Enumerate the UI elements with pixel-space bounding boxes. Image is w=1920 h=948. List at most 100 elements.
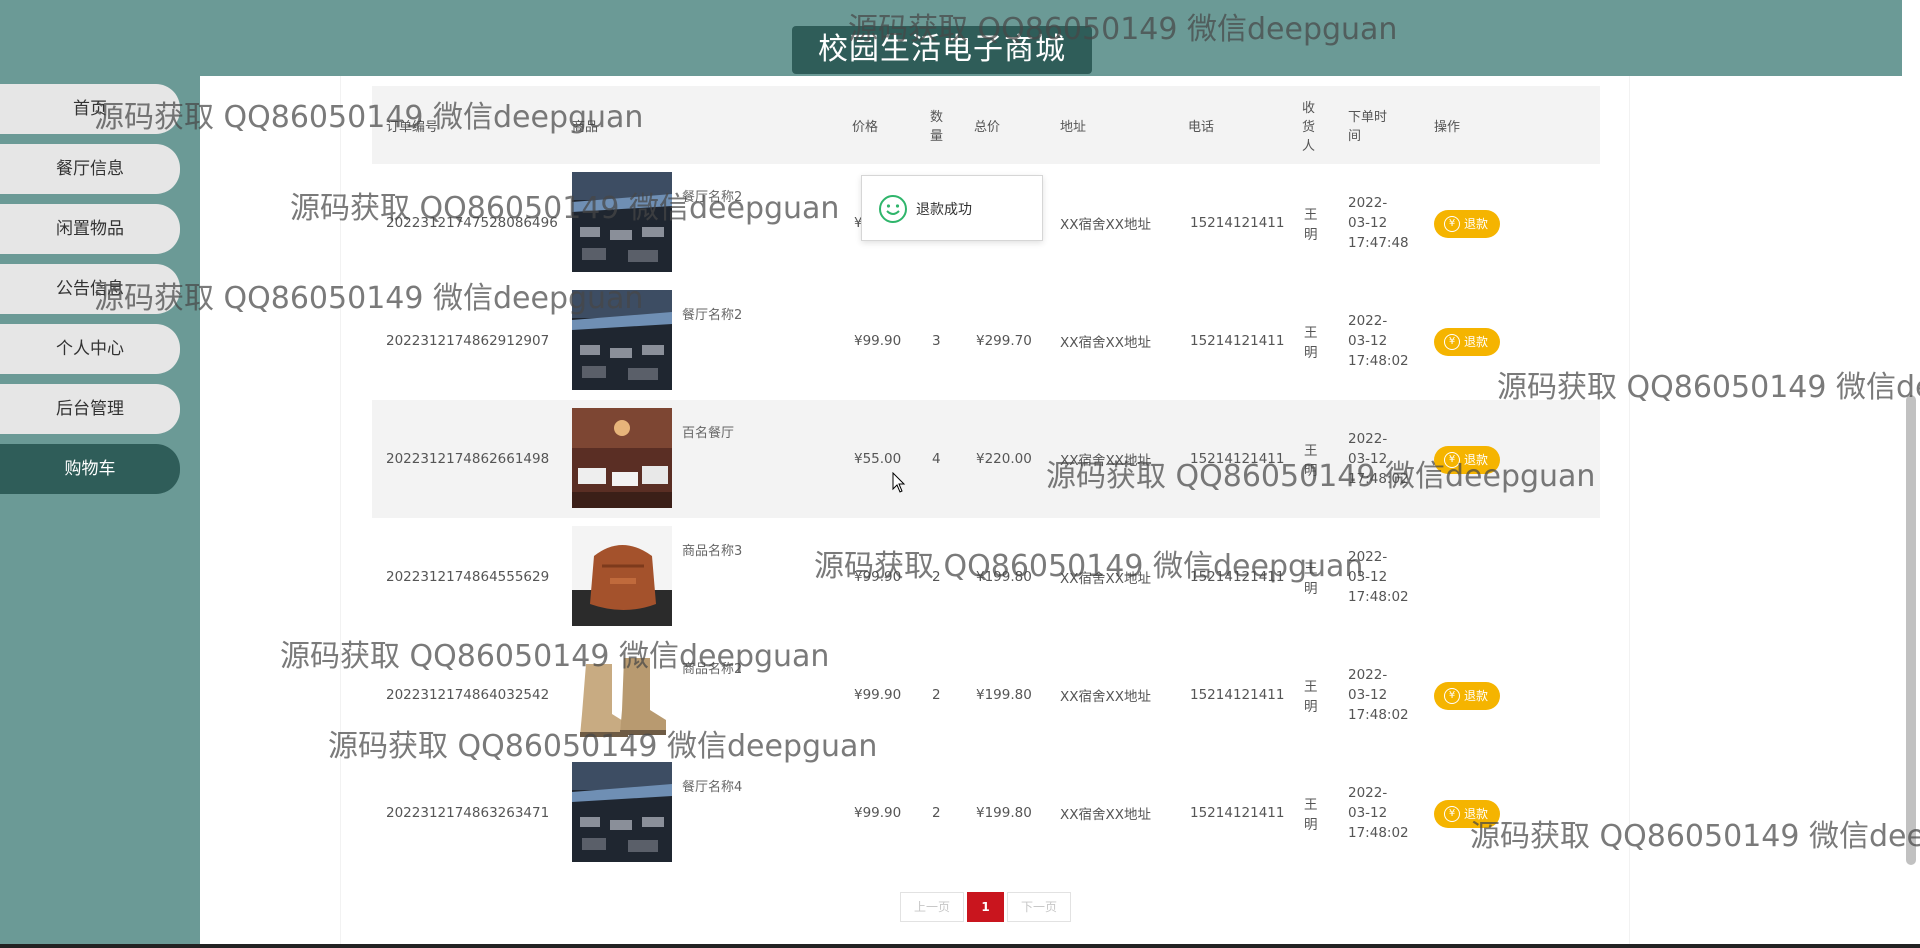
table-row: 2022312174862912907 餐厅名称2 ¥99.90 3 ¥299.70 XX… bbox=[372, 282, 1600, 400]
quantity: 2 bbox=[932, 569, 941, 585]
quantity: 2 bbox=[932, 805, 941, 821]
order-time-line: 03-12 bbox=[1348, 805, 1388, 821]
address: XX宿舍XX地址 bbox=[1060, 689, 1151, 705]
address: XX宿舍XX地址 bbox=[1060, 335, 1151, 351]
nav-item-cart[interactable]: 购物车 bbox=[0, 444, 180, 494]
product-name[interactable]: 商品名称2 bbox=[682, 658, 742, 677]
address: XX宿舍XX地址 bbox=[1060, 217, 1151, 233]
order-time: 2022- 03-12 17:48:02 bbox=[1348, 282, 1409, 400]
nav-item-home[interactable]: 首页 bbox=[0, 84, 180, 134]
yen-icon: ¥ bbox=[1444, 216, 1460, 232]
order-time-line: 03-12 bbox=[1348, 569, 1388, 585]
nav-item-admin[interactable]: 后台管理 bbox=[0, 384, 180, 434]
receiver: 王明 bbox=[1304, 443, 1318, 479]
restaurant-dark-icon[interactable] bbox=[572, 172, 672, 272]
order-time-line: 2022- bbox=[1348, 549, 1388, 565]
order-time-line: 03-12 bbox=[1348, 215, 1388, 231]
total-price: ¥199.80 bbox=[976, 805, 1032, 821]
product-name[interactable]: 餐厅名称2 bbox=[682, 304, 742, 323]
price: ¥99.90 bbox=[854, 569, 902, 585]
order-time-line: 2022- bbox=[1348, 195, 1388, 211]
nav-item-personal-center[interactable]: 个人中心 bbox=[0, 324, 180, 374]
order-time-line: 03-12 bbox=[1348, 687, 1388, 703]
order-number: 2022312174862661498 bbox=[386, 451, 550, 467]
order-time-line: 17:48:02 bbox=[1348, 471, 1409, 487]
table-row: 2022312174863263471 餐厅名称4 ¥99.90 2 ¥199.80 XX… bbox=[372, 754, 1600, 872]
site-title[interactable]: 校园生活电子商城 bbox=[792, 26, 1092, 74]
col-phone: 电话 bbox=[1188, 119, 1215, 135]
product-name[interactable]: 商品名称3 bbox=[682, 540, 742, 559]
refund-label: 退款 bbox=[1464, 335, 1489, 349]
phone: 15214121411 bbox=[1190, 333, 1285, 349]
col-price: 价格 bbox=[852, 119, 879, 135]
bottom-edge bbox=[0, 944, 1920, 948]
table-header: 订单编号 商品 价格 数量 总价 地址 电话 收货人 下单时间 操作 bbox=[372, 86, 1600, 164]
top-bar: 校园生活电子商城 bbox=[0, 8, 1902, 76]
address: XX宿舍XX地址 bbox=[1060, 571, 1151, 587]
bag-icon[interactable] bbox=[572, 526, 672, 626]
price: ¥99.90 bbox=[854, 687, 902, 703]
restaurant-dark-icon[interactable] bbox=[572, 762, 672, 862]
quantity: 2 bbox=[932, 687, 941, 703]
total-price: ¥299.70 bbox=[976, 333, 1032, 349]
product-name[interactable]: 餐厅名称4 bbox=[682, 776, 742, 795]
col-action: 操作 bbox=[1434, 119, 1461, 135]
refund-button[interactable]: ¥ 退款 bbox=[1434, 210, 1500, 238]
total-price: ¥199.80 bbox=[976, 569, 1032, 585]
order-time-line: 17:48:02 bbox=[1348, 589, 1409, 605]
phone: 15214121411 bbox=[1190, 687, 1285, 703]
order-time: 2022- 03-12 17:47:48 bbox=[1348, 164, 1409, 282]
order-number: 20223121747528086496 bbox=[386, 215, 558, 231]
yen-icon: ¥ bbox=[1444, 452, 1460, 468]
total-price: ¥199.80 bbox=[976, 687, 1032, 703]
receiver: 王明 bbox=[1304, 797, 1318, 833]
product-name[interactable]: 餐厅名称2 bbox=[682, 186, 742, 205]
quantity: 3 bbox=[932, 333, 941, 349]
restaurant-red-icon[interactable] bbox=[572, 408, 672, 508]
order-time-line: 17:48:02 bbox=[1348, 353, 1409, 369]
order-time-line: 17:47:48 bbox=[1348, 235, 1409, 251]
refund-button[interactable]: ¥ 退款 bbox=[1434, 446, 1500, 474]
col-order-no: 订单编号 bbox=[386, 119, 439, 135]
receiver: 王明 bbox=[1304, 561, 1318, 597]
order-time-line: 03-12 bbox=[1348, 451, 1388, 467]
refund-button[interactable]: ¥ 退款 bbox=[1434, 800, 1500, 828]
restaurant-dark-icon[interactable] bbox=[572, 290, 672, 390]
col-total: 总价 bbox=[974, 119, 1001, 135]
order-number: 2022312174862912907 bbox=[386, 333, 550, 349]
col-receiver: 收货人 bbox=[1302, 100, 1316, 154]
table-row: 2022312174864032542 商品名称2 ¥99.90 2 ¥199.80 XX… bbox=[372, 636, 1600, 754]
boots-icon[interactable] bbox=[572, 644, 672, 744]
yen-icon: ¥ bbox=[1444, 806, 1460, 822]
refund-button[interactable]: ¥ 退款 bbox=[1434, 682, 1500, 710]
col-qty: 数量 bbox=[930, 110, 944, 144]
order-time-line: 03-12 bbox=[1348, 333, 1388, 349]
order-time-line: 2022- bbox=[1348, 785, 1388, 801]
refund-button[interactable]: ¥ 退款 bbox=[1434, 328, 1500, 356]
toast-message: 退款成功 bbox=[916, 202, 972, 218]
order-number: 2022312174864555629 bbox=[386, 569, 550, 585]
phone: 15214121411 bbox=[1190, 569, 1285, 585]
product-name[interactable]: 百名餐厅 bbox=[682, 422, 734, 441]
nav-item-idle-items[interactable]: 闲置物品 bbox=[0, 204, 180, 254]
nav-item-restaurants[interactable]: 餐厅信息 bbox=[0, 144, 180, 194]
order-time-line: 17:48:02 bbox=[1348, 825, 1409, 841]
refund-label: 退款 bbox=[1464, 689, 1489, 703]
receiver: 王明 bbox=[1304, 679, 1318, 715]
col-product: 商品 bbox=[572, 119, 599, 135]
col-order-time: 下单时间 bbox=[1348, 110, 1388, 144]
receiver: 王明 bbox=[1304, 207, 1318, 243]
price: ¥55.00 bbox=[854, 451, 902, 467]
scrollbar-thumb[interactable] bbox=[1906, 395, 1916, 865]
next-page-button[interactable]: 下一页 bbox=[1007, 892, 1071, 922]
price: ¥99.90 bbox=[854, 805, 902, 821]
nav-item-notices[interactable]: 公告信息 bbox=[0, 264, 180, 314]
price: ¥99.90 bbox=[854, 333, 902, 349]
order-time: 2022- 03-12 17:48:02 bbox=[1348, 636, 1409, 754]
page-1-button[interactable]: 1 bbox=[967, 892, 1004, 922]
phone: 15214121411 bbox=[1190, 805, 1285, 821]
phone: 15214121411 bbox=[1190, 215, 1285, 231]
order-number: 2022312174863263471 bbox=[386, 805, 550, 821]
prev-page-button[interactable]: 上一页 bbox=[900, 892, 964, 922]
address: XX宿舍XX地址 bbox=[1060, 807, 1151, 823]
